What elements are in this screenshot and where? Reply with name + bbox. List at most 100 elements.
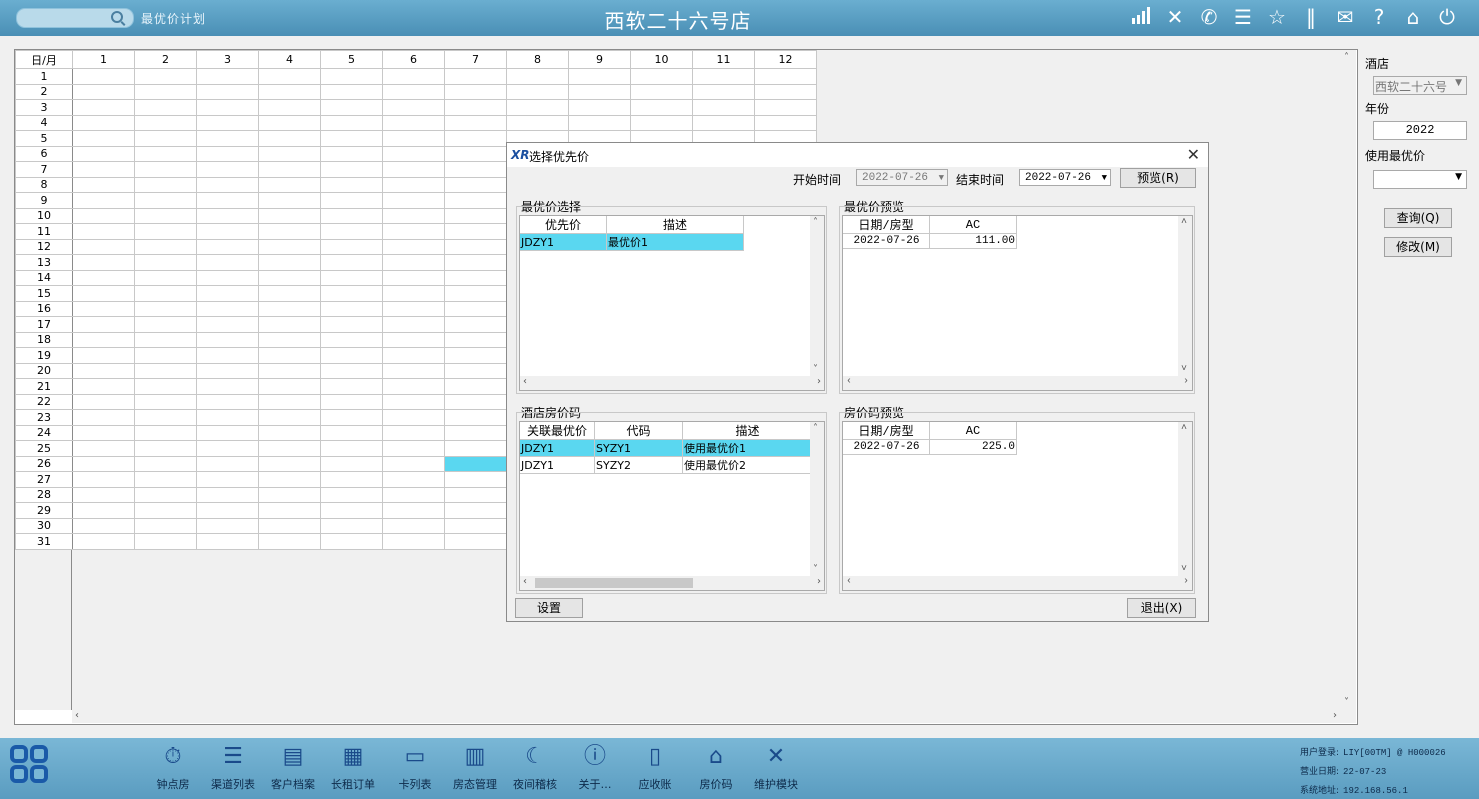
grid-cell[interactable]	[134, 238, 197, 255]
year-input[interactable]: 2022	[1373, 121, 1467, 140]
scroll-down-icon[interactable]: ˅	[813, 564, 818, 575]
grid-cell[interactable]	[382, 161, 445, 178]
grid-cell[interactable]	[444, 440, 507, 457]
grid-cell[interactable]	[382, 83, 445, 100]
mail-icon[interactable]: ✉	[1333, 4, 1357, 30]
grid-cell[interactable]	[382, 114, 445, 131]
grid-cell[interactable]	[320, 130, 383, 147]
grid-cell[interactable]	[444, 331, 507, 348]
grid-cell[interactable]	[134, 99, 197, 116]
grid-cell[interactable]	[444, 393, 507, 410]
grid-cell[interactable]	[134, 114, 197, 131]
grid-cell[interactable]	[382, 486, 445, 503]
grid-cell[interactable]	[72, 455, 135, 472]
grid-cell[interactable]	[754, 83, 817, 100]
grid-cell[interactable]	[134, 409, 197, 426]
taskbar-item[interactable]: ✕ 维护模块	[746, 744, 806, 792]
grid-cell[interactable]	[134, 362, 197, 379]
hotel-rate-code-list[interactable]: 关联最优价 代码 描述 JDZY1 SYZY1 使用最优价1 JDZY1 SYZY2 使用最优价…	[519, 421, 825, 591]
grid-cell[interactable]	[196, 393, 259, 410]
best-price-preview-list[interactable]: 日期/房型 AC 2022-07-26 111.00 ˄ ˅ ‹ ›	[842, 215, 1193, 391]
grid-cell[interactable]	[320, 347, 383, 364]
grid-cell[interactable]	[196, 533, 259, 550]
column-header[interactable]: 代码	[594, 422, 683, 440]
grid-cell[interactable]	[444, 533, 507, 550]
list-horizontal-scrollbar[interactable]: ‹ ›	[520, 376, 824, 390]
grid-cell[interactable]	[320, 362, 383, 379]
grid-cell[interactable]	[506, 99, 569, 116]
grid-cell[interactable]	[320, 207, 383, 224]
grid-cell[interactable]	[382, 440, 445, 457]
grid-cell[interactable]	[258, 238, 321, 255]
grid-cell[interactable]	[72, 145, 135, 162]
grid-cell[interactable]	[320, 114, 383, 131]
tools-icon[interactable]: ✕	[1163, 4, 1187, 30]
grid-cell[interactable]	[258, 99, 321, 116]
grid-cell[interactable]	[134, 331, 197, 348]
scroll-up-icon[interactable]: ˄	[1181, 423, 1187, 434]
grid-cell[interactable]	[382, 223, 445, 240]
grid-cell[interactable]	[382, 176, 445, 193]
grid-cell[interactable]	[692, 68, 755, 85]
grid-cell[interactable]	[72, 68, 135, 85]
grid-cell[interactable]	[444, 161, 507, 178]
grid-cell[interactable]	[444, 176, 507, 193]
grid-cell[interactable]	[568, 83, 631, 100]
grid-cell[interactable]	[258, 517, 321, 534]
grid-cell[interactable]	[72, 331, 135, 348]
grid-vertical-scrollbar[interactable]: ˄ ˅	[1340, 50, 1356, 710]
grid-cell[interactable]	[134, 300, 197, 317]
grid-cell[interactable]	[134, 502, 197, 519]
grid-cell[interactable]	[258, 316, 321, 333]
grid-cell[interactable]	[72, 424, 135, 441]
grid-cell[interactable]	[258, 362, 321, 379]
grid-cell[interactable]	[444, 362, 507, 379]
app-menu-icon[interactable]	[10, 745, 52, 787]
grid-cell[interactable]	[72, 223, 135, 240]
grid-cell[interactable]	[630, 114, 693, 131]
grid-cell[interactable]	[72, 316, 135, 333]
star-icon[interactable]: ☆	[1265, 4, 1289, 30]
grid-cell[interactable]	[134, 176, 197, 193]
grid-cell[interactable]	[134, 285, 197, 302]
scroll-up-icon[interactable]: ˄	[1344, 52, 1349, 63]
grid-cell[interactable]	[134, 130, 197, 147]
grid-cell[interactable]	[134, 533, 197, 550]
grid-cell[interactable]	[258, 83, 321, 100]
grid-cell[interactable]	[320, 285, 383, 302]
taskbar-item[interactable]: ⌂ 房价码	[686, 744, 746, 792]
grid-cell[interactable]	[382, 533, 445, 550]
grid-cell[interactable]	[258, 471, 321, 488]
grid-cell[interactable]	[444, 300, 507, 317]
grid-cell[interactable]	[258, 269, 321, 286]
grid-cell[interactable]	[630, 99, 693, 116]
grid-cell[interactable]	[258, 378, 321, 395]
grid-cell[interactable]	[134, 192, 197, 209]
grid-cell[interactable]	[506, 83, 569, 100]
grid-cell[interactable]	[382, 145, 445, 162]
taskbar-item[interactable]: ☾ 夜间稽核	[505, 744, 565, 792]
grid-cell[interactable]	[382, 502, 445, 519]
grid-cell[interactable]	[258, 207, 321, 224]
grid-cell[interactable]	[382, 316, 445, 333]
grid-cell[interactable]	[134, 161, 197, 178]
grid-cell[interactable]	[134, 145, 197, 162]
signal-icon[interactable]	[1129, 4, 1153, 30]
grid-cell[interactable]	[444, 486, 507, 503]
grid-cell[interactable]	[444, 207, 507, 224]
start-time-picker[interactable]: 2022-07-26 ▼	[856, 169, 948, 186]
scrollbar-thumb[interactable]	[535, 578, 693, 588]
grid-cell[interactable]	[196, 176, 259, 193]
grid-cell[interactable]	[444, 424, 507, 441]
grid-cell[interactable]	[444, 316, 507, 333]
grid-cell[interactable]	[320, 471, 383, 488]
grid-cell[interactable]	[382, 517, 445, 534]
grid-cell[interactable]	[258, 285, 321, 302]
grid-cell[interactable]	[134, 68, 197, 85]
grid-cell[interactable]	[382, 424, 445, 441]
scroll-down-icon[interactable]: ˅	[1181, 364, 1187, 375]
grid-cell[interactable]	[72, 161, 135, 178]
taskbar-item[interactable]: ☰ 渠道列表	[203, 744, 263, 792]
grid-cell[interactable]	[382, 254, 445, 271]
grid-cell[interactable]	[444, 378, 507, 395]
